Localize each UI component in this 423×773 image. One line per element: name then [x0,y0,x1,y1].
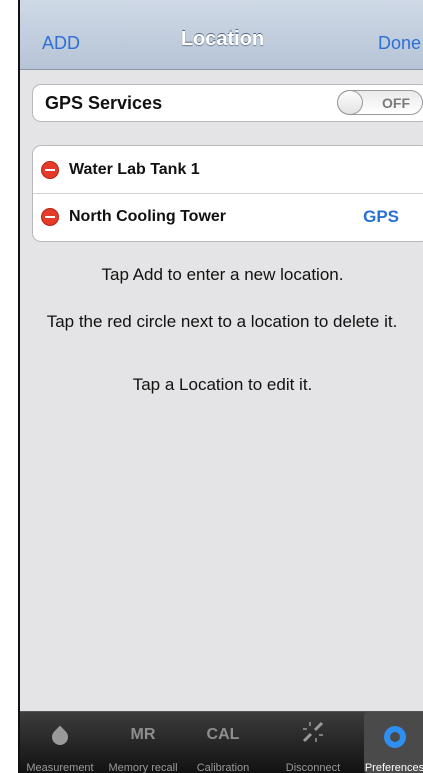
gear-icon [383,726,406,748]
tab-memory-recall[interactable]: MR Memory recall [102,712,184,773]
location-name: Water Lab Tank 1 [69,161,200,178]
location-gps-tag: GPS [363,207,399,226]
delete-circle-icon[interactable] [41,208,59,226]
tab-bar: Measurement MR Memory recall CAL Calibra… [20,711,423,773]
tab-measurement[interactable]: Measurement [20,712,100,773]
gps-services-row: GPS Services OFF [32,84,423,122]
disconnect-icon-wrap [274,721,352,752]
gps-services-toggle[interactable]: OFF [337,90,423,115]
location-list: Water Lab Tank 1 North Cooling Tower GPS [32,145,423,242]
instruction-add: Tap Add to enter a new location. [101,265,344,284]
navigation-bar: ADD Location Done [20,0,423,70]
instruction-edit: Tap a Location to edit it. [132,375,313,394]
toggle-knob [337,90,363,115]
instruction-delete: Tap the red circle next to a location to… [46,312,398,331]
location-row[interactable]: North Cooling Tower GPS [33,193,423,240]
location-row[interactable]: Water Lab Tank 1 [33,146,423,194]
mr-icon: MR [130,726,156,743]
tab-label: Calibration [196,762,250,773]
tab-label: Preferences [364,762,423,773]
page-title: Location [180,28,265,50]
tab-label: Memory recall [108,762,178,773]
app-screen: ADD Location Done GPS Services OFF Water… [18,0,423,773]
delete-circle-icon[interactable] [41,161,59,179]
toggle-state-text: OFF [382,95,410,111]
cal-icon: CAL [206,726,240,743]
tab-label: Measurement [26,762,94,773]
done-button[interactable]: Done [378,33,421,54]
location-name: North Cooling Tower [69,208,227,225]
tab-disconnect[interactable]: Disconnect [274,712,352,773]
drop-icon [48,725,72,749]
gps-services-label: GPS Services [45,93,163,113]
tab-label: Disconnect [285,762,341,773]
gear-icon-wrap [364,726,423,752]
disconnect-icon [302,721,324,743]
drop-icon-wrap [20,725,100,752]
tab-preferences[interactable]: Preferences [364,712,423,773]
tab-calibration[interactable]: CAL Calibration [186,712,260,773]
